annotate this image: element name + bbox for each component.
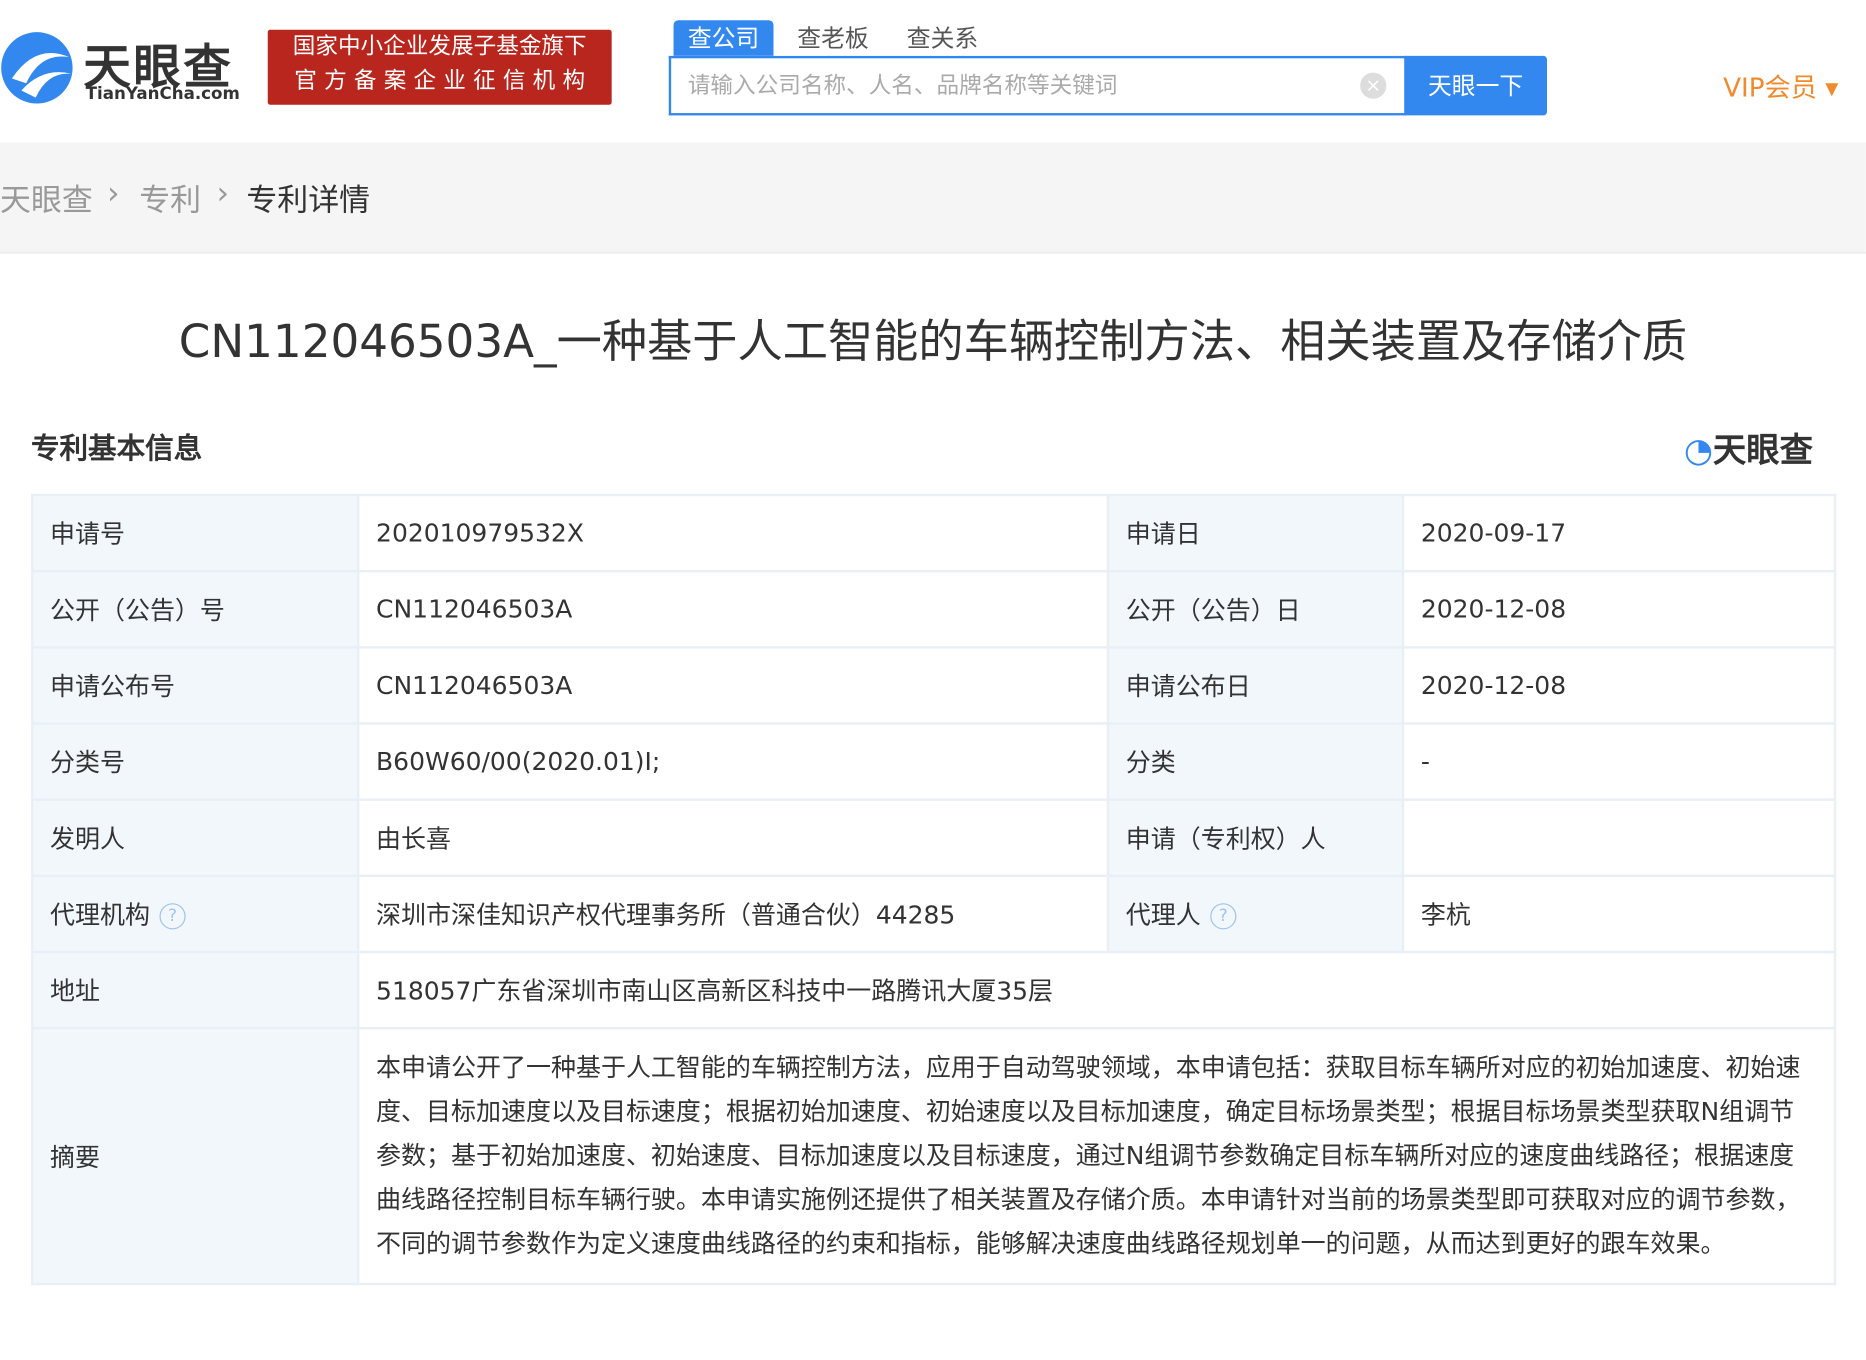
field-label: 公开（公告）号 — [30, 570, 360, 649]
field-value: 2020-12-08 — [1401, 646, 1837, 725]
help-icon[interactable]: ? — [1210, 903, 1237, 930]
field-value — [1401, 798, 1837, 878]
chevron-right-icon: › — [107, 176, 120, 212]
field-label: 申请公布号 — [30, 646, 360, 725]
field-label: 申请号 — [30, 493, 360, 573]
field-value: 202010979532X — [357, 493, 1110, 573]
breadcrumb-current: 专利详情 — [246, 183, 371, 219]
label-text: 代理机构 — [49, 900, 150, 930]
logo-subtext: TianYanCha.com — [85, 84, 240, 104]
label-text: 分类 — [1125, 748, 1176, 778]
section-logo: ◔天眼查 — [1683, 430, 1813, 471]
field-label: 代理人? — [1106, 874, 1405, 954]
search-button[interactable]: 天眼一下 — [1404, 55, 1548, 116]
tab-search-relation[interactable]: 查关系 — [893, 20, 993, 56]
label-text: 公开（公告）日 — [1125, 596, 1301, 625]
label-text: 申请公布号 — [49, 672, 175, 701]
field-value: 518057广东省深圳市南山区高新区科技中一路腾讯大厦35层 — [357, 950, 1837, 1030]
field-label: 发明人 — [30, 798, 360, 878]
section-title: 专利基本信息 — [30, 431, 203, 466]
abstract-text: 本申请公开了一种基于人工智能的车辆控制方法，应用于自动驾驶领域，本申请包括：获取… — [357, 1026, 1837, 1286]
field-value: 深圳市深佳知识产权代理事务所（普通合伙）44285 — [357, 874, 1110, 954]
official-badge: 国家中小企业发展子基金旗下 官 方 备 案 企 业 征 信 机 构 — [267, 29, 612, 105]
field-label: 申请公布日 — [1106, 646, 1405, 725]
table-row: 申请公布号 CN112046503A 申请公布日 2020-12-08 — [30, 646, 1837, 725]
tianyancha-logo-icon[interactable] — [0, 31, 74, 105]
field-value: CN112046503A — [357, 646, 1110, 725]
field-value: CN112046503A — [357, 570, 1110, 649]
breadcrumb-home[interactable]: 天眼查 — [0, 176, 93, 220]
field-value: 由长喜 — [357, 798, 1110, 878]
field-label: 申请（专利权）人 — [1106, 798, 1405, 878]
field-value: - — [1401, 722, 1837, 801]
top-header: 天眼查 TianYanCha.com 国家中小企业发展子基金旗下 官 方 备 案… — [0, 0, 1866, 144]
vip-menu[interactable]: VIP会员 ▾ — [1723, 67, 1838, 105]
field-label: 分类 — [1106, 722, 1405, 801]
table-row: 代理机构? 深圳市深佳知识产权代理事务所（普通合伙）44285 代理人? 李杭 — [30, 874, 1837, 954]
field-value: 2020-09-17 — [1401, 493, 1837, 573]
tab-search-boss[interactable]: 查老板 — [783, 20, 883, 56]
field-label: 代理机构? — [30, 874, 360, 954]
help-icon[interactable]: ? — [159, 903, 186, 930]
label-text: 申请公布日 — [1125, 672, 1251, 701]
search-input[interactable] — [671, 58, 1357, 114]
field-value: B60W60/00(2020.01)I; — [357, 722, 1110, 801]
field-value: 李杭 — [1401, 874, 1837, 954]
table-row: 发明人 由长喜 申请（专利权）人 — [30, 798, 1837, 878]
table-row-address: 地址 518057广东省深圳市南山区高新区科技中一路腾讯大厦35层 — [30, 950, 1837, 1030]
badge-line-2: 官 方 备 案 企 业 征 信 机 构 — [294, 67, 586, 95]
field-label: 摘要 — [30, 1026, 360, 1286]
patent-info-table: 申请号 202010979532X 申请日 2020-09-17 公开（公告）号 … — [30, 493, 1837, 1286]
field-label: 公开（公告）日 — [1106, 570, 1405, 649]
table-row: 分类号 B60W60/00(2020.01)I; 分类 - — [30, 722, 1837, 801]
label-text: 申请号 — [49, 520, 125, 549]
search-box — [668, 55, 1407, 116]
table-row: 公开（公告）号 CN112046503A 公开（公告）日 2020-12-08 — [30, 570, 1837, 649]
breadcrumb-patent[interactable]: 专利 — [139, 176, 201, 220]
logo-swirl-icon: ◔ — [1683, 430, 1713, 471]
table-row: 申请号 202010979532X 申请日 2020-09-17 — [30, 493, 1837, 573]
chevron-right-icon: › — [216, 176, 229, 212]
label-text: 申请日 — [1125, 520, 1201, 549]
tab-search-company[interactable]: 查公司 — [673, 20, 774, 56]
breadcrumb: 天眼查 › 专利 › 专利详情 — [0, 142, 1866, 254]
field-label: 分类号 — [30, 722, 360, 801]
label-text: 代理人 — [1125, 900, 1201, 930]
page-title: CN112046503A_一种基于人工智能的车辆控制方法、相关装置及存储介质 — [178, 315, 1688, 368]
clear-icon[interactable]: × — [1360, 72, 1387, 99]
badge-line-1: 国家中小企业发展子基金旗下 — [292, 33, 587, 60]
label-text: 分类号 — [49, 748, 125, 778]
label-text: 公开（公告）号 — [49, 596, 225, 625]
field-value: 2020-12-08 — [1401, 570, 1837, 649]
field-label: 地址 — [30, 950, 360, 1030]
label-text: 发明人 — [49, 824, 125, 854]
label-text: 申请（专利权）人 — [1125, 824, 1326, 854]
field-label: 申请日 — [1106, 493, 1405, 573]
table-row-abstract: 摘要 本申请公开了一种基于人工智能的车辆控制方法，应用于自动驾驶领域，本申请包括：… — [30, 1026, 1837, 1286]
